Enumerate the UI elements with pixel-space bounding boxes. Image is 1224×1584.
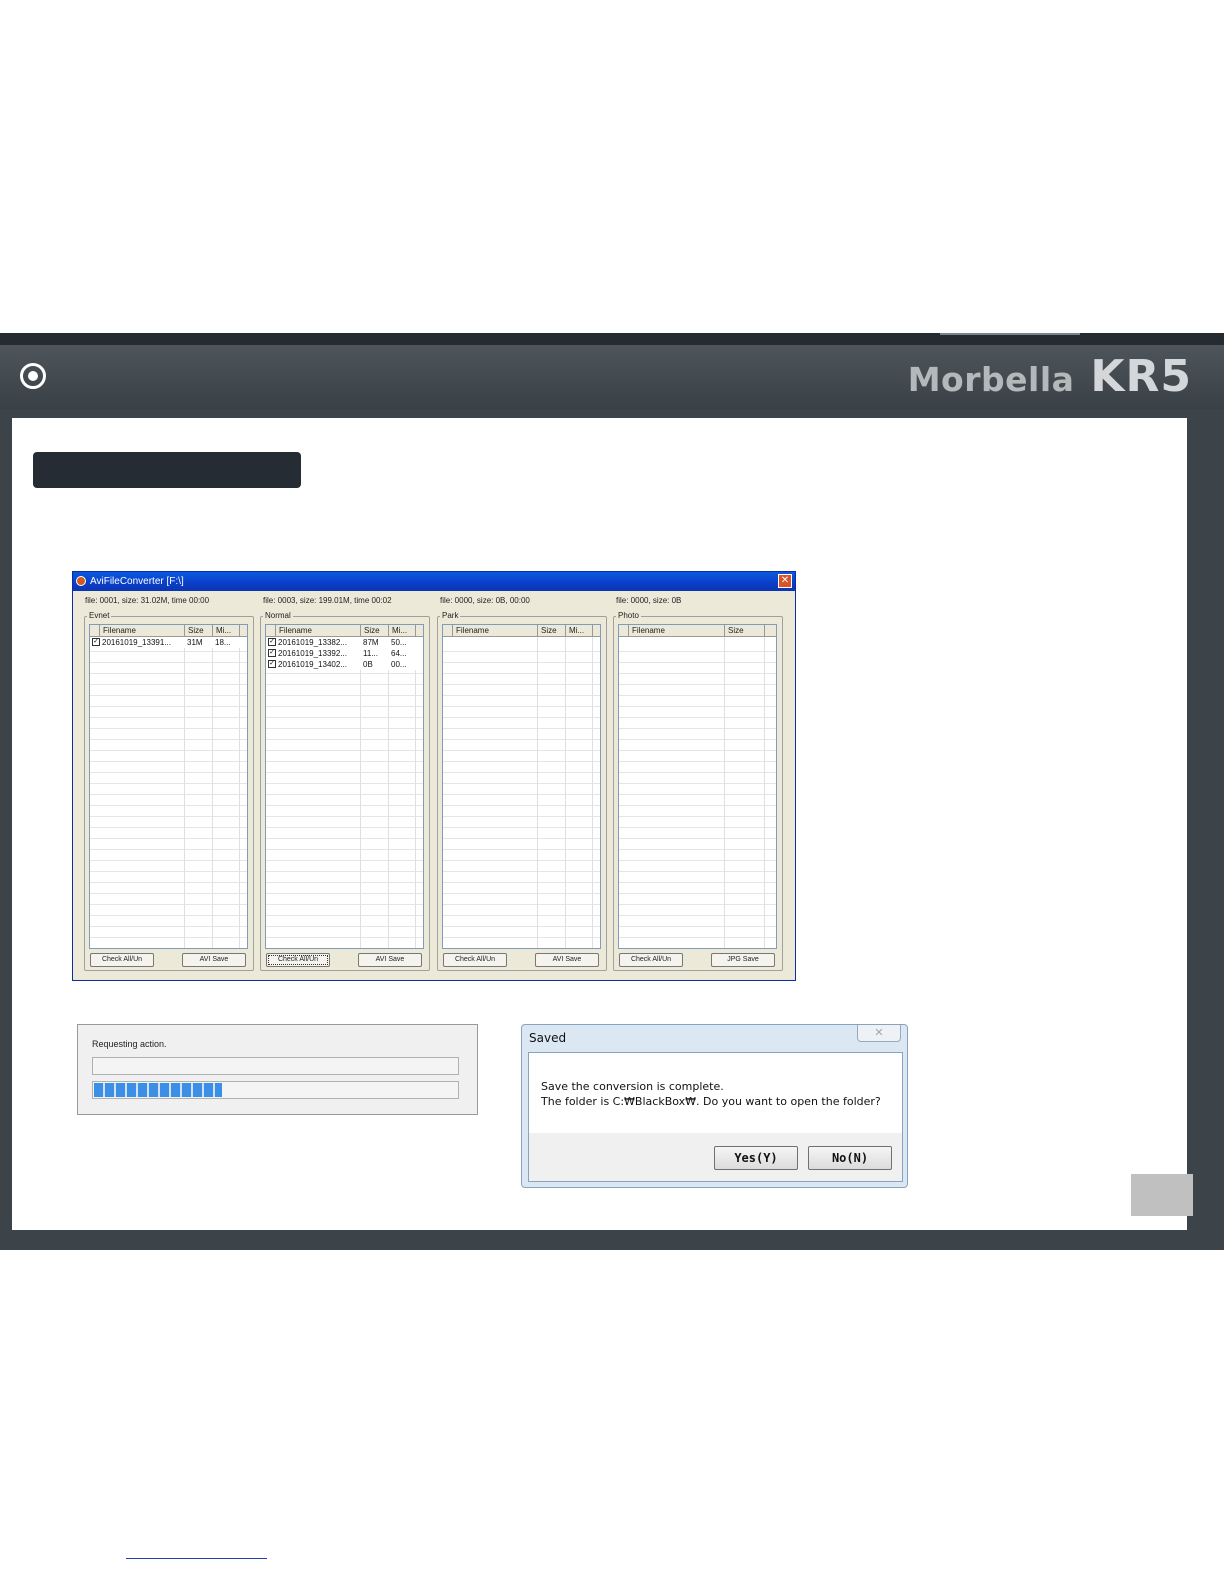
progress-fill: [94, 1083, 222, 1097]
row-checkbox[interactable]: ✓: [268, 660, 276, 668]
dialog-title: Saved: [529, 1031, 567, 1045]
panel-label: Evnet: [87, 611, 112, 620]
list-header: Filename Size Mi...: [443, 625, 600, 637]
cell-filename: 20161019_13391...: [102, 638, 171, 647]
column-header[interactable]: Filename: [453, 625, 538, 636]
cell-misc: 00...: [391, 660, 407, 669]
avi-save-button[interactable]: AVI Save: [535, 953, 599, 967]
list-item[interactable]: ✓ 20161019_13391... 31M 18...: [90, 637, 247, 648]
column-header[interactable]: Filename: [100, 625, 185, 636]
panel-event: Evnet Filename Size Mi... ✓ 20161019_13391...…: [84, 611, 254, 971]
dialog-body: Save the conversion is complete. The fol…: [528, 1052, 903, 1182]
avi-file-converter-window: AviFileConverter [F:\] ✕ file: 0001, siz…: [72, 571, 796, 981]
list-header: Filename Size Mi...: [90, 625, 247, 637]
section-label: [33, 452, 301, 488]
page-header: Morbella KR5: [0, 345, 1224, 409]
avi-save-button[interactable]: AVI Save: [358, 953, 422, 967]
cell-filename: 20161019_13402...: [278, 660, 347, 669]
column-header-check[interactable]: [619, 625, 629, 636]
no-button[interactable]: No(N): [808, 1146, 892, 1170]
progress-bar: [92, 1081, 459, 1099]
cell-size: 87M: [363, 638, 379, 647]
panel-info-normal: file: 0003, size: 199.01M, time 00:02: [263, 596, 392, 605]
column-header[interactable]: Filename: [629, 625, 725, 636]
column-header[interactable]: Mi...: [566, 625, 593, 636]
yes-button[interactable]: Yes(Y): [714, 1146, 798, 1170]
cell-misc: 18...: [215, 638, 231, 647]
progress-dialog: Requesting action.: [77, 1024, 478, 1115]
column-header-check[interactable]: [266, 625, 276, 636]
cell-filename: 20161019_13382...: [278, 638, 347, 647]
file-list-event[interactable]: Filename Size Mi... ✓ 20161019_13391... 31M 18…: [89, 624, 248, 949]
file-list-park[interactable]: Filename Size Mi...: [442, 624, 601, 949]
target-icon: [20, 363, 46, 389]
close-icon[interactable]: ✕: [778, 574, 792, 588]
avi-save-button[interactable]: AVI Save: [182, 953, 246, 967]
check-all-button[interactable]: Check All/Un: [266, 953, 330, 967]
close-icon[interactable]: ✕: [857, 1025, 901, 1042]
column-header[interactable]: Size: [538, 625, 566, 636]
list-header: Filename Size Mi...: [266, 625, 423, 637]
row-checkbox[interactable]: ✓: [268, 638, 276, 646]
panel-info-event: file: 0001, size: 31.02M, time 00:00: [85, 596, 210, 605]
panel-label: Normal: [263, 611, 293, 620]
cell-size: 11...: [363, 649, 378, 658]
column-header[interactable]: Mi...: [213, 625, 240, 636]
panel-info-photo: file: 0000, size: 0B: [616, 596, 682, 605]
column-header-check[interactable]: [90, 625, 100, 636]
column-header[interactable]: Size: [725, 625, 765, 636]
file-list-normal[interactable]: Filename Size Mi... ✓ 20161019_13382... 87M 50…: [265, 624, 424, 949]
top-strip: [0, 333, 1224, 345]
progress-track-top: [92, 1057, 459, 1075]
app-title: AviFileConverter [F:\]: [90, 576, 184, 587]
progress-text: Requesting action.: [92, 1039, 167, 1049]
footer-link-underline: [126, 1558, 267, 1559]
column-header[interactable]: Mi...: [389, 625, 416, 636]
list-item[interactable]: ✓ 20161019_13392... 11... 64...: [266, 648, 423, 659]
cell-misc: 50...: [391, 638, 407, 647]
column-header[interactable]: Size: [185, 625, 213, 636]
list-item[interactable]: ✓ 20161019_13402... 0B 00...: [266, 659, 423, 670]
check-all-button[interactable]: Check All/Un: [90, 953, 154, 967]
panel-label: Photo: [616, 611, 641, 620]
dialog-message-line2: The folder is C:₩BlackBox₩. Do you want …: [541, 1095, 881, 1108]
column-header[interactable]: Size: [361, 625, 389, 636]
app-title-bar: AviFileConverter [F:\] ✕: [73, 572, 795, 591]
brand-model: KR5: [1090, 351, 1192, 402]
brand-logo: Morbella KR5: [907, 351, 1192, 402]
jpg-save-button[interactable]: JPG Save: [711, 953, 775, 967]
dialog-message-line1: Save the conversion is complete.: [541, 1080, 724, 1093]
column-header[interactable]: Filename: [276, 625, 361, 636]
page-number-box: [1131, 1174, 1193, 1216]
brand-name: Morbella: [907, 360, 1075, 399]
app-icon: [76, 576, 86, 586]
panel-normal: Normal Filename Size Mi... ✓ 20161019_13382..…: [260, 611, 430, 971]
cell-filename: 20161019_13392...: [278, 649, 347, 658]
column-header-check[interactable]: [443, 625, 453, 636]
cell-size: 31M: [187, 638, 203, 647]
cell-size: 0B: [363, 660, 373, 669]
row-checkbox[interactable]: ✓: [268, 649, 276, 657]
cell-misc: 64...: [391, 649, 407, 658]
panel-photo: Photo Filename Size Check All/Un JPG Save: [613, 611, 783, 971]
panel-label: Park: [440, 611, 461, 620]
panel-park: Park Filename Size Mi... Check All/Un AVI Sav…: [437, 611, 607, 971]
list-item[interactable]: ✓ 20161019_13382... 87M 50...: [266, 637, 423, 648]
check-all-button[interactable]: Check All/Un: [443, 953, 507, 967]
panel-info-park: file: 0000, size: 0B, 00:00: [440, 596, 530, 605]
row-checkbox[interactable]: ✓: [92, 638, 100, 646]
dialog-message-area: Save the conversion is complete. The fol…: [529, 1053, 902, 1133]
saved-dialog: Saved ✕ Save the conversion is complete.…: [521, 1024, 908, 1188]
file-list-photo[interactable]: Filename Size: [618, 624, 777, 949]
list-header: Filename Size: [619, 625, 776, 637]
check-all-button[interactable]: Check All/Un: [619, 953, 683, 967]
